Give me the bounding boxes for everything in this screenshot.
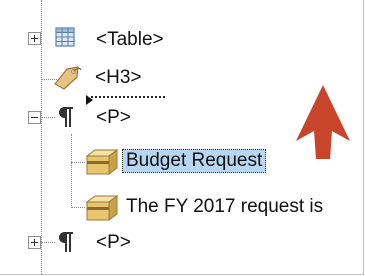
tag-icon: [52, 64, 82, 90]
container-icon: [66, 270, 86, 274]
insertion-caret-icon: [86, 92, 94, 105]
tree-guide-line: [41, 242, 55, 243]
tree-node-label[interactable]: <H3>: [95, 66, 141, 90]
tree-guide-line: [41, 117, 55, 118]
tree-node-label[interactable]: <Table>: [96, 28, 164, 52]
tree-guide-line: [71, 134, 72, 208]
expand-toggle-table[interactable]: [28, 32, 41, 45]
tree-guide-line: [41, 0, 42, 274]
expand-toggle-paragraph[interactable]: [28, 236, 41, 249]
table-icon: [55, 27, 75, 47]
tree-node-label[interactable]: <P>: [96, 106, 131, 130]
tree-node-label[interactable]: <P>: [96, 231, 131, 255]
container-icon: [85, 148, 119, 176]
tree-node-label[interactable]: The FY 2017 request is: [126, 195, 323, 219]
tree-guide-line: [71, 207, 85, 208]
up-arrow-icon: [294, 83, 352, 161]
paragraph-icon: [57, 106, 75, 128]
drop-target-indicator: [91, 96, 165, 98]
collapse-toggle-paragraph[interactable]: [28, 111, 41, 124]
tree-guide-line: [71, 162, 85, 163]
tree-node-label-selected[interactable]: Budget Request: [122, 149, 267, 173]
container-icon: [85, 194, 119, 222]
tags-tree-panel: <Table> <H3> <P> Budget Request The FY 2…: [0, 0, 364, 275]
paragraph-icon: [57, 231, 75, 253]
